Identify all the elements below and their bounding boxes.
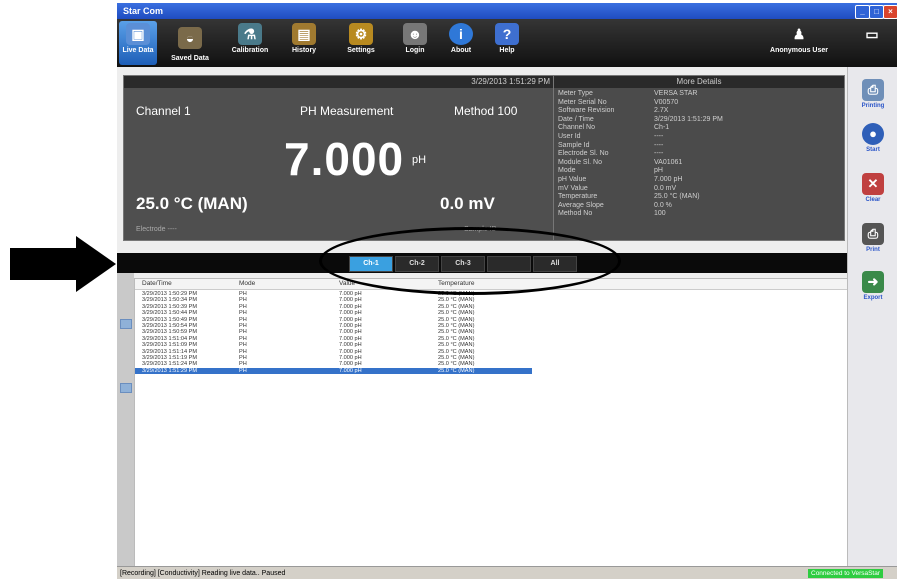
column-header[interactable]: Date/Time (142, 280, 172, 287)
device-icon: ▭ (865, 26, 879, 42)
data-grid: Date/Time Mode Value Temperature 3/29/20… (134, 278, 849, 576)
live-data-icon: ▣ (126, 23, 150, 45)
sidebar-label: Printing (861, 103, 885, 109)
detail-row: mV Value 0.0 mV (558, 184, 677, 192)
strip-button[interactable] (120, 383, 132, 393)
maximize-button[interactable]: □ (869, 5, 884, 19)
toolbar-label: Live Data (122, 47, 154, 54)
history-icon: ▤ (292, 23, 316, 45)
toolbar-label: History (291, 47, 317, 54)
detail-row: Sample Id ---- (558, 141, 664, 149)
right-sidebar: ⎙ Printing ● Start ✕ Clear ⎙ Print ➜ Exp… (847, 67, 897, 572)
reading-timestamp: 3/29/2013 1:51:29 PM (124, 76, 554, 88)
toolbar-history[interactable]: ▤ History (287, 21, 321, 65)
toolbar-settings[interactable]: ⚙ Settings (341, 21, 381, 65)
reading-unit: pH (412, 154, 427, 166)
clear-icon: ✕ (862, 173, 884, 195)
toolbar-calibration[interactable]: ⚗ Calibration (227, 21, 273, 65)
details-title: More Details (554, 76, 844, 88)
detail-row: Meter Type VERSA STAR (558, 90, 698, 97)
detail-row: Average Slope 0.0 % (558, 201, 672, 209)
toolbar-label: Calibration (231, 47, 269, 54)
login-icon: ☻ (403, 23, 427, 45)
toolbar-help[interactable]: ? Help (491, 21, 523, 65)
settings-icon: ⚙ (349, 23, 373, 45)
detail-row: Module Sl. No VA01061 (558, 158, 683, 166)
start-icon: ● (862, 123, 884, 145)
toolbar-user[interactable]: ♟ Anonymous User (767, 21, 831, 65)
toolbar-label: Saved Data (171, 55, 209, 62)
measurement-label: PH Measurement (300, 104, 394, 118)
status-text: [Recording] [Conductivity] Reading live … (120, 570, 286, 577)
toolbar-about[interactable]: i About (445, 21, 477, 65)
detail-row: Meter Serial No V00570 (558, 98, 679, 106)
sidebar-label: Print (866, 247, 880, 253)
detail-row: Electrode Sl. No ---- (558, 150, 664, 158)
method-label: Method 100 (454, 104, 518, 118)
sidebar-label: Clear (865, 197, 881, 203)
sidebar-label: Export (863, 295, 883, 301)
main-toolbar: ▣ Live Data ◒ Saved Data ⚗ Calibration ▤… (117, 19, 897, 67)
live-reading-panel: 3/29/2013 1:51:29 PM Channel 1 PH Measur… (123, 75, 555, 241)
main-area: 3/29/2013 1:51:29 PM Channel 1 PH Measur… (117, 67, 849, 576)
detail-row: Date / Time 3/29/2013 1:51:29 PM (558, 115, 723, 123)
detail-row: pH Value 7.000 pH (558, 176, 683, 183)
help-icon: ? (495, 23, 519, 45)
toolbar-label: About (450, 47, 472, 54)
user-icon: ♟ (792, 26, 806, 42)
annotation-ellipse (319, 227, 621, 295)
detail-row: Software Revision 2.7X (558, 107, 669, 115)
about-icon: i (449, 23, 473, 45)
toolbar-label: Login (405, 47, 425, 54)
minimize-button[interactable]: _ (855, 5, 870, 19)
annotation-arrow-shaft (10, 248, 78, 280)
sidebar-export[interactable]: ➜ Export (848, 271, 897, 301)
temperature-reading: 25.0 °C (MAN) (136, 194, 248, 213)
toolbar-device[interactable]: ▭ (857, 21, 887, 65)
app-window: Star Com _ □ × ▣ Live Data ◒ Saved Data … (117, 3, 897, 579)
detail-row: Method No 100 (558, 210, 666, 218)
connection-status-badge: Connected to VersaStar (808, 569, 884, 578)
toolbar-saved-data[interactable]: ◒ Saved Data (169, 25, 211, 69)
reading-value: 7.000 (284, 133, 405, 185)
table-row-selected[interactable]: 3/29/2013 1:51:29 PM PH 7.000 pH 25.0 °C (M… (135, 367, 532, 375)
column-header[interactable]: Mode (239, 280, 255, 287)
title-bar: Star Com _ □ × (117, 3, 897, 19)
printer-icon: ⎙ (862, 79, 884, 101)
user-label: Anonymous User (770, 47, 828, 54)
sidebar-printing[interactable]: ⎙ Printing (848, 79, 897, 109)
window-title: Star Com (123, 6, 164, 16)
more-details-panel: More Details Meter Type VERSA STAR Meter … (553, 75, 845, 241)
saved-data-icon: ◒ (178, 27, 202, 49)
mv-reading: 0.0 mV (440, 194, 495, 213)
annotation-arrow-icon (76, 236, 116, 292)
close-button[interactable]: × (883, 5, 897, 19)
sidebar-print[interactable]: ⎙ Print (848, 223, 897, 253)
toolbar-label: Help (499, 47, 515, 54)
detail-row: Temperature 25.0 °C (MAN) (558, 193, 700, 201)
detail-row: Mode pH (558, 167, 663, 175)
left-strip (117, 273, 134, 574)
sidebar-label: Start (866, 147, 880, 153)
electrode-label: Electrode ---- (136, 226, 177, 233)
toolbar-label: Settings (347, 47, 375, 54)
strip-button[interactable] (120, 319, 132, 329)
toolbar-live-data[interactable]: ▣ Live Data (119, 21, 157, 65)
toolbar-login[interactable]: ☻ Login (399, 21, 431, 65)
detail-row: Channel No Ch-1 (558, 124, 670, 132)
calibration-icon: ⚗ (238, 23, 262, 45)
print-icon: ⎙ (862, 223, 884, 245)
sidebar-clear[interactable]: ✕ Clear (848, 173, 897, 203)
export-icon: ➜ (862, 271, 884, 293)
channel-label: Channel 1 (136, 104, 191, 118)
status-bar: [Recording] [Conductivity] Reading live … (117, 566, 897, 579)
sidebar-start[interactable]: ● Start (848, 123, 897, 153)
detail-row: User Id ---- (558, 133, 664, 140)
